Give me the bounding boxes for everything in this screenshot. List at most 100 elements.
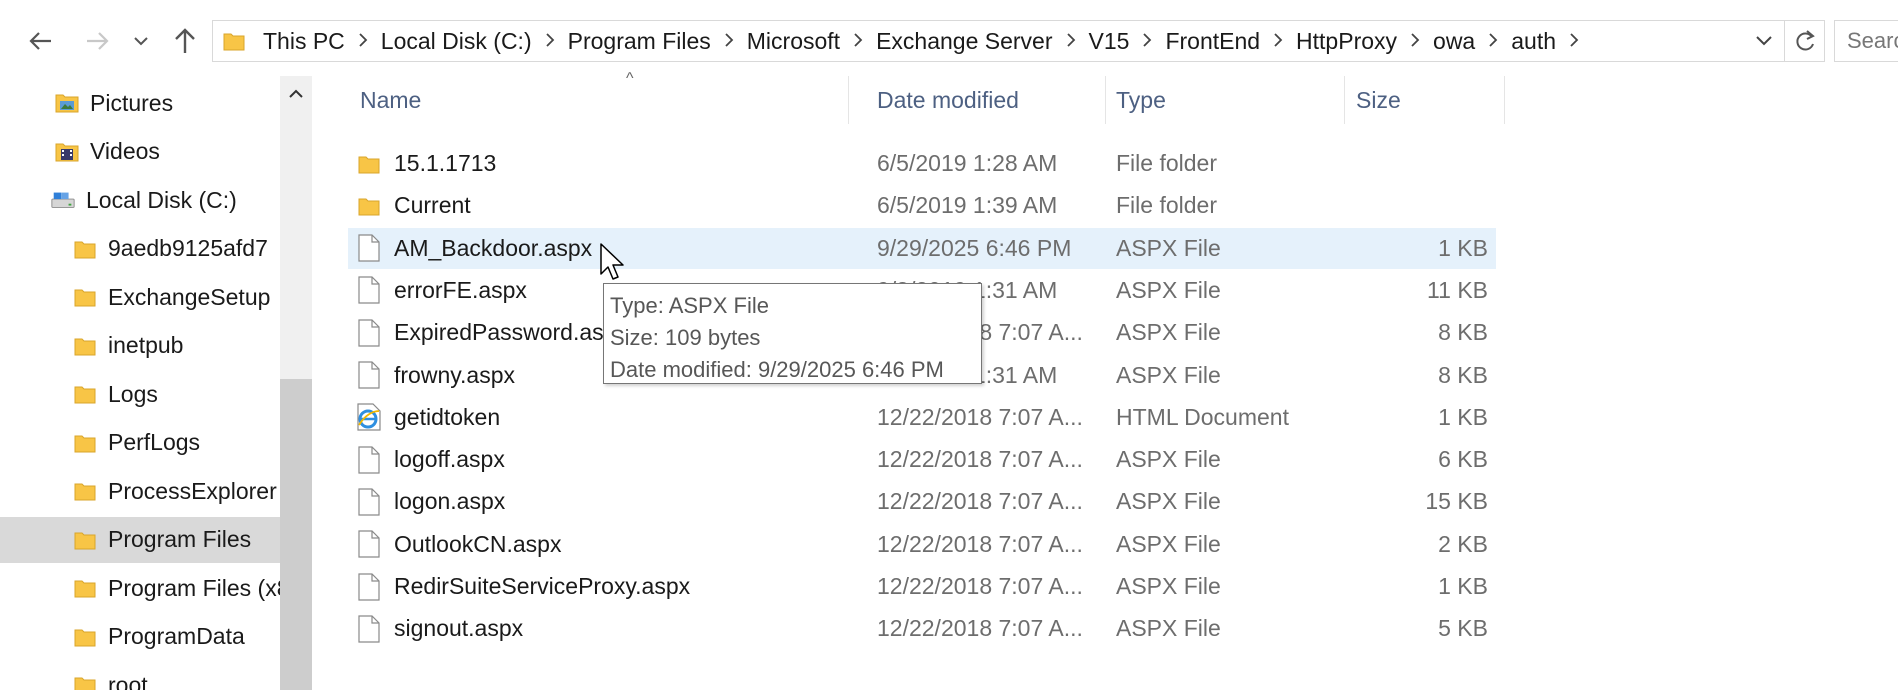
file-name-cell[interactable]: signout.aspx — [348, 608, 848, 649]
breadcrumb-separator-icon[interactable] — [1057, 30, 1085, 53]
file-size: 8 KB — [1438, 361, 1488, 388]
breadcrumb-item[interactable]: This PC — [259, 28, 349, 55]
breadcrumb-separator-icon[interactable] — [349, 30, 377, 53]
file-date: 12/22/2018 7:07 A... — [877, 530, 1083, 557]
back-arrow-icon — [29, 32, 51, 50]
file-date: 6/5/2019 1:28 AM — [877, 150, 1058, 176]
breadcrumb-separator-icon[interactable] — [1479, 30, 1507, 53]
folder-icon — [72, 381, 98, 407]
navigation-pane: Pictures Videos Local Disk (C:) 9aedb9125af… — [0, 76, 312, 690]
breadcrumb-item[interactable]: Program Files — [564, 28, 715, 55]
sidebar-item-label: ProcessExplorer — [108, 477, 277, 504]
file-size: 6 KB — [1438, 446, 1488, 473]
chevron-down-icon — [1756, 36, 1772, 46]
breadcrumb-separator-icon[interactable] — [1133, 30, 1161, 53]
sidebar-item[interactable]: Logs — [0, 371, 280, 417]
sidebar-item-label: Program Files (x86) — [108, 574, 280, 601]
file-name-cell[interactable]: Current — [348, 185, 848, 226]
refresh-button[interactable] — [1785, 20, 1825, 62]
file-icon — [356, 487, 382, 517]
sidebar-item[interactable]: Videos — [0, 129, 280, 175]
recent-locations-button[interactable] — [128, 24, 154, 58]
sidebar-item[interactable]: Program Files (x86) — [0, 565, 280, 611]
column-header-type[interactable]: Type — [1104, 76, 1344, 124]
forward-button[interactable] — [80, 24, 114, 58]
sidebar-item[interactable]: 9aedb9125afd7 — [0, 226, 280, 272]
file-row[interactable]: AM_Backdoor.aspx 9/29/2025 6:46 PM ASPX Fi… — [348, 227, 1496, 269]
sidebar-item[interactable]: Local Disk (C:) — [0, 177, 280, 223]
file-size: 2 KB — [1438, 530, 1488, 557]
tooltip-type: Type: ASPX File — [610, 293, 769, 318]
file-icon — [356, 318, 382, 348]
file-row[interactable]: RedirSuiteServiceProxy.aspx 12/22/2018 7:… — [348, 566, 1496, 607]
sidebar-item-label: root — [108, 671, 148, 690]
column-header-type-label: Type — [1116, 86, 1166, 113]
sidebar-item-label: PerfLogs — [108, 429, 201, 455]
sidebar-item[interactable]: ProgramData — [0, 614, 280, 660]
file-row[interactable]: logon.aspx 12/22/2018 7:07 A... ASPX File 1… — [348, 481, 1496, 522]
sidebar-item-label: Logs — [108, 380, 158, 407]
file-date: 12/22/2018 7:07 A... — [877, 446, 1083, 473]
column-header-name[interactable]: Name ^ — [348, 70, 848, 124]
drive-icon — [50, 187, 76, 213]
file-date: 9/29/2025 6:46 PM — [877, 234, 1072, 261]
breadcrumb-item[interactable]: auth — [1507, 28, 1560, 55]
file-name-cell[interactable]: AM_Backdoor.aspx — [348, 228, 848, 269]
file-size: 1 KB — [1438, 403, 1488, 430]
file-name-cell[interactable]: logoff.aspx — [348, 439, 848, 480]
file-name-cell[interactable]: 15.1.1713 — [348, 143, 848, 184]
address-bar[interactable]: This PC Local Disk (C:) Program Files Micro… — [212, 20, 1785, 62]
breadcrumb-item[interactable]: Microsoft — [743, 28, 844, 55]
breadcrumb-separator-icon[interactable] — [536, 30, 564, 53]
scroll-thumb[interactable] — [280, 379, 312, 690]
file-name: logoff.aspx — [394, 446, 505, 473]
file-name: logon.aspx — [394, 488, 506, 515]
file-name-cell[interactable]: OutlookCN.aspx — [348, 524, 848, 565]
file-name-cell[interactable]: logon.aspx — [348, 481, 848, 522]
sidebar-item[interactable]: inetpub — [0, 323, 280, 369]
sidebar-item[interactable]: ExchangeSetup — [0, 274, 280, 320]
column-header-date[interactable]: Date modified — [865, 76, 1105, 124]
column-header-size-label: Size — [1356, 86, 1401, 113]
file-name-cell[interactable]: getidtoken — [348, 397, 848, 438]
file-row[interactable]: signout.aspx 12/22/2018 7:07 A... ASPX Fil… — [348, 608, 1496, 649]
file-row[interactable]: 15.1.1713 6/5/2019 1:28 AM File folder — [348, 143, 1496, 184]
file-row[interactable]: Current 6/5/2019 1:39 AM File folder — [348, 185, 1496, 226]
breadcrumb-item[interactable]: Local Disk (C:) — [377, 28, 536, 55]
breadcrumb-separator-icon[interactable] — [1560, 30, 1588, 53]
back-button[interactable] — [24, 24, 58, 58]
breadcrumb-separator-icon[interactable] — [715, 30, 743, 53]
column-header-size[interactable]: Size — [1344, 76, 1504, 124]
sidebar-item-label: Videos — [90, 138, 160, 164]
breadcrumb-separator-icon[interactable] — [1401, 30, 1429, 53]
breadcrumb-separator-icon[interactable] — [844, 30, 872, 53]
file-name-cell[interactable]: RedirSuiteServiceProxy.aspx — [348, 566, 848, 607]
folder-icon — [72, 478, 98, 504]
search-input[interactable]: Searc — [1834, 20, 1898, 62]
file-row[interactable]: OutlookCN.aspx 12/22/2018 7:07 A... ASPX F… — [348, 524, 1496, 565]
breadcrumb-item[interactable]: Exchange Server — [872, 28, 1056, 55]
file-icon — [356, 445, 382, 475]
file-name: AM_Backdoor.aspx — [394, 234, 593, 261]
sidebar-item[interactable]: PerfLogs — [0, 420, 280, 466]
up-button[interactable] — [168, 24, 202, 58]
column-divider[interactable] — [1504, 76, 1505, 124]
address-dropdown-button[interactable] — [1744, 21, 1784, 61]
sidebar-item[interactable]: Program Files — [0, 516, 280, 563]
breadcrumb-separator-icon[interactable] — [1264, 30, 1292, 53]
navigation-pane-scrollbar[interactable] — [280, 76, 312, 690]
file-row[interactable]: logoff.aspx 12/22/2018 7:07 A... ASPX File… — [348, 439, 1496, 480]
column-divider[interactable] — [848, 76, 849, 124]
file-name: signout.aspx — [394, 615, 524, 642]
breadcrumb-item[interactable]: V15 — [1085, 28, 1134, 55]
folder-icon — [72, 672, 98, 690]
breadcrumb-item[interactable]: owa — [1429, 28, 1479, 55]
scroll-up-button[interactable] — [280, 76, 312, 112]
sidebar-item[interactable]: ProcessExplorer — [0, 468, 280, 514]
sidebar-item[interactable]: Pictures — [0, 80, 280, 126]
file-size — [1298, 185, 1498, 226]
sidebar-item[interactable]: root — [0, 662, 280, 690]
file-row[interactable]: getidtoken 12/22/2018 7:07 A... HTML Docum… — [348, 397, 1496, 438]
breadcrumb-item[interactable]: HttpProxy — [1292, 28, 1401, 55]
breadcrumb-item[interactable]: FrontEnd — [1161, 28, 1264, 55]
